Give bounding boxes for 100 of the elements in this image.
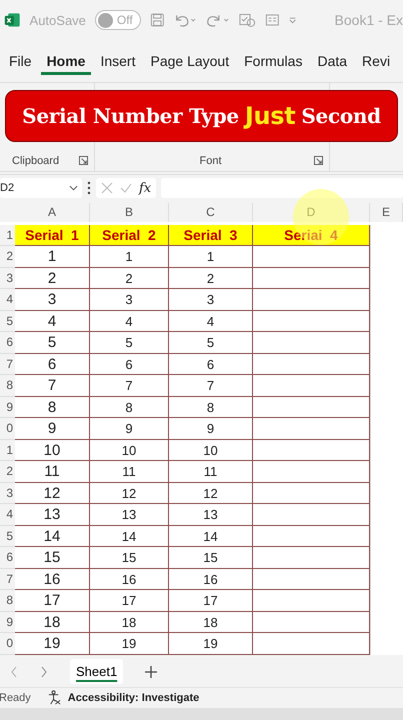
table-cell: 5 bbox=[169, 332, 253, 354]
form-icon[interactable] bbox=[239, 12, 256, 28]
ribbon-tab[interactable]: Revi bbox=[356, 47, 396, 75]
table-cell: 4 bbox=[169, 310, 253, 332]
table-cell: 18 bbox=[15, 612, 90, 633]
table-cell: 2 bbox=[90, 268, 169, 289]
enter-icon[interactable] bbox=[120, 182, 132, 194]
accessibility-status[interactable]: Accessibility: Investigate bbox=[68, 692, 200, 704]
row-header[interactable]: 0 bbox=[0, 418, 15, 440]
dialog-launcher-icon[interactable] bbox=[314, 156, 323, 165]
column-header[interactable]: E bbox=[370, 203, 403, 222]
table-cell: 11 bbox=[90, 461, 169, 482]
table-cell: 6 bbox=[15, 354, 90, 375]
accessibility-icon[interactable] bbox=[46, 690, 62, 705]
table-cell: 5 bbox=[90, 332, 169, 354]
group-label: Clipboard bbox=[12, 155, 60, 167]
row-header[interactable]: 5 bbox=[0, 310, 15, 332]
group-label: Font bbox=[198, 155, 222, 167]
row-header[interactable]: 1 bbox=[0, 224, 15, 246]
table-header-cell: Serial 1 bbox=[15, 224, 90, 246]
title-banner: Serial Number Type Just Second bbox=[5, 90, 398, 142]
table-cell: 12 bbox=[15, 482, 90, 504]
dropdown-caret-icon[interactable] bbox=[69, 185, 78, 191]
autosave-label: AutoSave bbox=[30, 12, 86, 28]
add-sheet-icon[interactable] bbox=[145, 666, 158, 678]
table-cell: 15 bbox=[90, 547, 169, 568]
ribbon-tab[interactable]: File bbox=[3, 47, 38, 75]
save-icon[interactable] bbox=[150, 12, 164, 28]
column-header[interactable]: C bbox=[169, 203, 253, 222]
table-cell: 9 bbox=[15, 418, 90, 440]
table-cell: 2 bbox=[15, 268, 90, 289]
table-cell: 8 bbox=[90, 396, 169, 418]
table-cell: 14 bbox=[15, 526, 90, 547]
customize-caret-icon[interactable] bbox=[288, 15, 298, 25]
row-header[interactable]: 6 bbox=[0, 332, 15, 354]
table-cell: 12 bbox=[90, 482, 169, 504]
row-header[interactable]: 3 bbox=[0, 268, 15, 289]
row-header[interactable]: 5 bbox=[0, 526, 15, 547]
table-cell: 6 bbox=[90, 354, 169, 375]
ribbon-tab[interactable]: Data bbox=[311, 47, 354, 75]
table-cell: 4 bbox=[90, 310, 169, 332]
row-header[interactable]: 1 bbox=[0, 440, 15, 461]
row-header[interactable]: 9 bbox=[0, 396, 15, 418]
table-cell: 17 bbox=[169, 590, 253, 612]
formula-input[interactable] bbox=[161, 178, 403, 198]
table-cell: 9 bbox=[169, 418, 253, 440]
name-box[interactable]: D2 bbox=[0, 178, 82, 198]
row-header[interactable]: 8 bbox=[0, 590, 15, 612]
dialog-launcher-icon[interactable] bbox=[79, 156, 88, 165]
table-cell: 9 bbox=[90, 418, 169, 440]
table-cell: 19 bbox=[169, 633, 253, 654]
row-header[interactable]: 0 bbox=[0, 633, 15, 654]
table-cell: 10 bbox=[15, 440, 90, 461]
table-cell: 14 bbox=[169, 526, 253, 547]
row-header[interactable]: 4 bbox=[0, 289, 15, 310]
table-cell: 1 bbox=[169, 246, 253, 268]
ribbon-tab[interactable]: Insert bbox=[94, 47, 142, 75]
table-cell: 10 bbox=[90, 440, 169, 461]
row-header[interactable]: 9 bbox=[0, 612, 15, 633]
row-header[interactable]: 7 bbox=[0, 354, 15, 375]
insert-function-button[interactable]: fx bbox=[139, 180, 152, 196]
row-header[interactable]: 8 bbox=[0, 375, 15, 396]
table-cell: 11 bbox=[15, 461, 90, 482]
cancel-icon[interactable] bbox=[101, 182, 113, 194]
table-cell: 15 bbox=[169, 547, 253, 568]
next-sheet-icon[interactable] bbox=[40, 666, 48, 678]
table-cell: 3 bbox=[15, 289, 90, 310]
ribbon-tab[interactable]: Formulas bbox=[238, 47, 308, 75]
table-cell: 7 bbox=[15, 375, 90, 396]
layout-icon[interactable] bbox=[264, 12, 280, 28]
document-title: Book1 - Ex bbox=[334, 12, 403, 28]
table-cell: 18 bbox=[169, 612, 253, 633]
column-header[interactable]: B bbox=[90, 203, 169, 222]
table-cell: 1 bbox=[15, 246, 90, 268]
row-header[interactable]: 2 bbox=[0, 461, 15, 482]
previous-sheet-icon[interactable] bbox=[10, 666, 18, 678]
column-header[interactable]: A bbox=[15, 203, 90, 222]
table-header-cell: Seriai 4 bbox=[253, 224, 370, 246]
table-cell: 6 bbox=[169, 354, 253, 375]
more-icon[interactable] bbox=[87, 181, 91, 195]
table-cell: 16 bbox=[169, 568, 253, 590]
table-cell: 1 bbox=[90, 246, 169, 268]
sheet-tab[interactable]: Sheet1 bbox=[70, 659, 124, 684]
row-header[interactable]: 4 bbox=[0, 504, 15, 526]
ribbon-tab[interactable]: Home bbox=[40, 47, 92, 75]
table-cell: 5 bbox=[15, 332, 90, 354]
table-cell: 16 bbox=[90, 568, 169, 590]
table-cell: 11 bbox=[169, 461, 253, 482]
row-header[interactable]: 6 bbox=[0, 547, 15, 568]
excel-logo-icon bbox=[4, 11, 21, 29]
table-cell: 19 bbox=[90, 633, 169, 654]
row-header[interactable]: 3 bbox=[0, 482, 15, 504]
table-cell: 12 bbox=[169, 482, 253, 504]
table-cell: 7 bbox=[169, 375, 253, 396]
row-header[interactable]: 2 bbox=[0, 246, 15, 268]
row-header[interactable]: 7 bbox=[0, 568, 15, 590]
table-header-cell: Serial 2 bbox=[90, 224, 169, 246]
table-header-cell: Serial 3 bbox=[169, 224, 253, 246]
ribbon-tab[interactable]: Page Layout bbox=[144, 47, 236, 75]
table-cell: 4 bbox=[15, 310, 90, 332]
